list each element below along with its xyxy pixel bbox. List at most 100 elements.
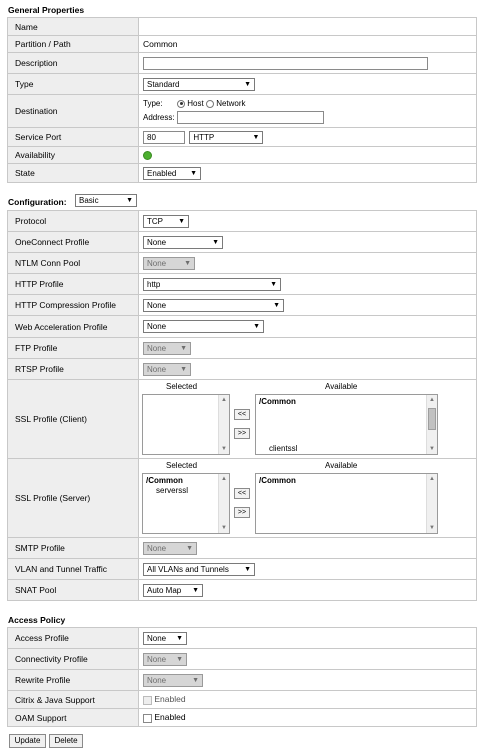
ssl-client-move-left-button[interactable]: << (234, 409, 250, 420)
scrollbar[interactable]: ▲ ▼ (218, 395, 229, 454)
state-select-value: Enabled (147, 168, 177, 178)
scroll-up-icon[interactable]: ▲ (221, 476, 227, 482)
general-properties-title: General Properties (8, 5, 85, 15)
state-select[interactable]: Enabled ▼ (143, 166, 201, 180)
host-radio-label: Host (187, 99, 204, 108)
ssl-client-selected-header: Selected (166, 382, 198, 391)
list-group: /Common (146, 476, 183, 485)
connectivity-label: Connectivity Profile (7, 648, 139, 670)
chevron-down-icon: ▼ (176, 634, 183, 642)
http-compression-select[interactable]: None ▼ (143, 298, 284, 312)
ssl-server-move-right-button[interactable]: >> (234, 507, 250, 518)
access-profile-select[interactable]: None ▼ (143, 631, 187, 645)
description-input[interactable] (143, 56, 428, 70)
ssl-client-dual-list: Selected Available ▲ ▼ << >> /Common clie… (139, 380, 439, 458)
connectivity-select-value: None (147, 654, 167, 664)
chevron-down-icon: ▼ (180, 344, 187, 352)
vlan-select-value: All VLANs and Tunnels (147, 564, 229, 574)
chevron-down-icon: ▼ (190, 169, 197, 177)
chevron-down-icon: ▼ (244, 80, 251, 88)
protocol-label: Protocol (7, 210, 139, 232)
scrollbar[interactable]: ▲ ▼ (218, 474, 229, 533)
access-profile-label: Access Profile (7, 627, 139, 649)
snat-select-value: Auto Map (147, 585, 182, 595)
ssl-server-label: SSL Profile (Server) (7, 458, 139, 538)
chevron-down-icon: ▼ (273, 301, 280, 309)
type-select[interactable]: Standard ▼ (143, 77, 255, 91)
ftp-select: None ▼ (143, 341, 191, 355)
service-port-input[interactable]: 80 (143, 130, 185, 144)
oam-checkbox-label: Enabled (154, 712, 186, 723)
scroll-thumb[interactable] (428, 408, 436, 430)
ssl-server-selected-list[interactable]: /Common serverssl ▲ ▼ (142, 473, 230, 534)
chevron-down-icon: ▼ (192, 586, 199, 594)
chevron-down-icon: ▼ (186, 544, 193, 552)
snat-select[interactable]: Auto Map ▼ (143, 583, 203, 597)
ssl-server-move-left-button[interactable]: << (234, 488, 250, 499)
connectivity-select: None ▼ (143, 652, 187, 666)
http-compression-select-value: None (147, 300, 167, 310)
scroll-up-icon[interactable]: ▲ (429, 397, 435, 403)
scroll-down-icon[interactable]: ▼ (221, 525, 227, 531)
scroll-up-icon[interactable]: ▲ (221, 397, 227, 403)
ftp-select-value: None (147, 343, 167, 353)
oneconnect-select[interactable]: None ▼ (143, 235, 223, 249)
scrollbar[interactable]: ▲ ▼ (426, 395, 437, 454)
name-value (138, 17, 477, 36)
ssl-server-available-list[interactable]: /Common ▲ ▼ (255, 473, 438, 534)
configuration-mode-select[interactable]: Basic ▼ (75, 194, 137, 207)
protocol-select[interactable]: TCP ▼ (143, 214, 189, 228)
destination-label: Destination (7, 94, 139, 128)
address-input[interactable] (176, 111, 324, 125)
ntlm-label: NTLM Conn Pool (7, 252, 139, 274)
chevron-down-icon: ▼ (212, 238, 219, 246)
chevron-down-icon: ▼ (180, 365, 187, 373)
ssl-client-selected-list[interactable]: ▲ ▼ (142, 394, 230, 455)
host-radio[interactable] (177, 99, 186, 108)
access-policy-title: Access Policy (8, 615, 66, 625)
list-item[interactable]: clientssl (269, 444, 297, 453)
smtp-label: SMTP Profile (7, 537, 139, 559)
oneconnect-select-value: None (147, 237, 167, 247)
http-profile-select[interactable]: http ▼ (143, 277, 281, 291)
rtsp-select: None ▼ (143, 362, 191, 376)
type-select-value: Standard (147, 79, 180, 89)
chevron-down-icon: ▼ (192, 676, 199, 684)
scroll-down-icon[interactable]: ▼ (429, 446, 435, 452)
network-radio[interactable] (205, 99, 214, 108)
type-label: Type (7, 73, 139, 95)
list-item[interactable]: serverssl (156, 486, 188, 495)
scrollbar[interactable]: ▲ ▼ (426, 474, 437, 533)
configuration-mode-value: Basic (79, 196, 99, 205)
chevron-down-icon: ▼ (253, 323, 260, 330)
service-port-protocol-value: HTTP (193, 132, 215, 142)
configuration-table: Protocol TCP ▼ OneConnect Profile None ▼ N… (7, 210, 477, 601)
rewrite-select: None ▼ (143, 673, 203, 687)
scroll-down-icon[interactable]: ▼ (221, 446, 227, 452)
delete-button[interactable]: Delete (49, 734, 83, 748)
protocol-select-value: TCP (147, 216, 163, 226)
rewrite-select-value: None (147, 675, 167, 685)
web-acceleration-select[interactable]: None ▼ (143, 320, 264, 333)
smtp-select-value: None (147, 543, 167, 553)
oam-label: OAM Support (7, 708, 139, 727)
vlan-label: VLAN and Tunnel Traffic (7, 558, 139, 580)
ssl-client-available-list[interactable]: /Common clientssl ▲ ▼ (255, 394, 438, 455)
destination-type-label: Type: (143, 99, 163, 108)
ssl-client-move-right-button[interactable]: >> (234, 428, 250, 439)
access-policy-table: Access Profile None ▼ Connectivity Profil… (7, 627, 477, 727)
chevron-down-icon: ▼ (184, 259, 191, 267)
oam-checkbox[interactable] (143, 713, 152, 723)
general-properties-table: Name Partition / Path Common Description… (7, 17, 477, 183)
smtp-select: None ▼ (143, 541, 197, 555)
scroll-down-icon[interactable]: ▼ (429, 525, 435, 531)
vlan-select[interactable]: All VLANs and Tunnels ▼ (143, 562, 255, 576)
service-port-protocol-select[interactable]: HTTP ▼ (189, 130, 264, 144)
availability-status-icon (143, 151, 152, 161)
scroll-up-icon[interactable]: ▲ (429, 476, 435, 482)
update-button[interactable]: Update (9, 734, 46, 748)
web-acceleration-select-value: None (147, 322, 167, 331)
availability-label: Availability (7, 146, 139, 164)
partition-value: Common (143, 39, 178, 49)
rtsp-select-value: None (147, 364, 167, 374)
